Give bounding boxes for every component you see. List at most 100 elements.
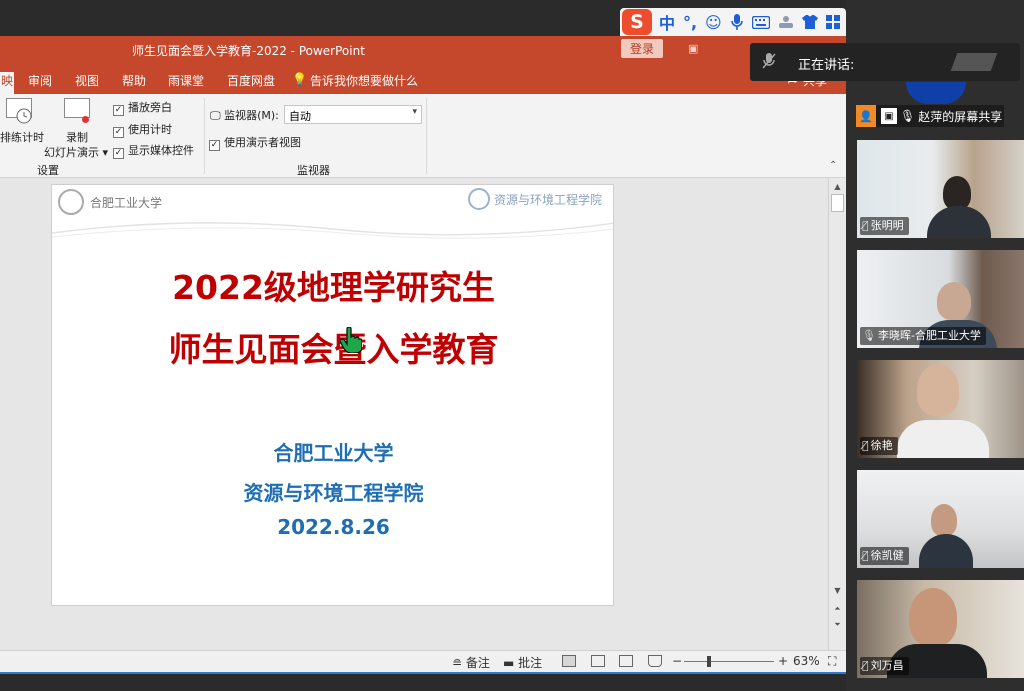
vertical-scrollbar[interactable]: ▲ ▼ ⏶ ⏷ [828,178,846,650]
status-bar: ≘ 备注 ▬ 批注 − + 63% ⛶ [0,650,846,672]
presenter-view-checkbox[interactable]: ✓ 使用演示者视图 [209,134,301,151]
participant-head [909,588,957,646]
voice-input-icon[interactable] [729,14,745,30]
record-slideshow-icon[interactable] [64,98,90,118]
record-slideshow-dropdown[interactable]: 幻灯片演示 ▾ [44,144,108,160]
university-logo-text: 合肥工业大学 [90,195,163,210]
participant-name: 李晓晖-合肥工业大学 [877,329,981,342]
slide-sorter-view-icon[interactable] [591,655,605,667]
ribbon-display-options-icon[interactable]: ▣ [688,42,698,55]
person-icon: 👤 [856,105,876,127]
zoom-slider[interactable] [684,661,774,662]
school-seal-icon [468,188,490,210]
bottom-bar [0,674,846,691]
header-wave-decoration [52,222,613,239]
speaking-label: 正在讲话: [798,58,855,73]
emoji-icon[interactable]: ☺ [705,13,722,32]
notes-label: 备注 [465,656,490,670]
collapse-ribbon-icon[interactable]: ⌃ [829,160,837,171]
participant-head [917,364,959,416]
participant-tile[interactable]: 🎙̸ 徐艳 [857,360,1024,458]
tab-view[interactable]: 视图 [75,72,99,89]
tab-help[interactable]: 帮助 [122,72,146,89]
participant-tile[interactable]: 🎙 李晓晖-合肥工业大学 [857,250,1024,348]
speaking-indicator: 正在讲话: [750,43,1020,81]
ribbon-tabs: 映 审阅 视图 帮助 雨课堂 百度网盘 💡 告诉我你想要做什么 ⮫ 共享 [0,66,846,94]
participant-name: 张明明 [870,219,904,232]
group-separator [204,98,205,174]
notes-button[interactable]: ≘ 备注 [452,654,490,671]
show-media-controls-label: 显示媒体控件 [128,144,194,157]
sogou-logo-icon[interactable]: S [622,9,652,35]
fit-to-window-icon[interactable]: ⛶ [828,654,836,669]
participant-tile[interactable]: 🎙̸ 刘万昌 [857,580,1024,678]
ime-punctuation-toggle[interactable]: °, [682,13,698,32]
speaker-avatar [950,53,998,71]
title-bar: 师生见面会暨入学教育-2022 - PowerPoint 登录 ▣ [0,36,846,66]
screen-share-label: 赵萍的屏幕共享 [918,109,1003,124]
keyboard-icon[interactable] [751,15,770,29]
record-slideshow-label[interactable]: 录制 [66,129,88,145]
window-title: 师生见面会暨入学教育-2022 - PowerPoint [132,44,365,58]
normal-view-icon[interactable] [562,655,576,667]
ime-language-toggle[interactable]: 中 [659,10,675,34]
tab-review[interactable]: 审阅 [28,72,52,89]
use-timings-checkbox[interactable]: ✓ 使用计时 [113,121,172,138]
monitor-label: 🖵 监视器(M): [210,107,279,123]
soft-keyboard-icon[interactable] [777,15,795,29]
tab-baidu-netdisk[interactable]: 百度网盘 [227,72,275,89]
participant-name: 刘万昌 [870,659,904,672]
comments-label: 批注 [518,656,543,670]
skin-icon[interactable] [801,15,818,29]
tell-me-search[interactable]: 告诉我你想要做什么 [310,72,418,89]
rehearse-timings-button[interactable]: 排练计时 [0,129,44,145]
screen-share-icon: ▣ [881,108,897,124]
zoom-slider-thumb[interactable] [707,656,711,667]
record-dot-icon [82,116,89,123]
slideshow-view-icon[interactable] [648,655,662,667]
hand-cursor-icon [340,327,362,353]
university-logo: 合肥工业大学 [58,189,162,215]
record-slideshow-label-2: 幻灯片演示 [44,146,99,159]
reading-view-icon[interactable] [619,655,633,667]
mic-muted-icon: 🎙̸ [862,219,869,232]
participant-name-tag: 🎙̸ 张明明 [860,217,909,235]
participant-head [931,504,957,536]
lightbulb-icon: 💡 [292,72,307,86]
monitor-select[interactable]: 自动 ▾ [284,105,422,124]
login-button[interactable]: 登录 [621,39,663,58]
slide-date: 2022.8.26 [277,515,390,539]
monitor-label-text: 监视器(M): [224,109,279,122]
screen: S 中 °, ☺ 师生见面会暨入学教育-2022 - PowerPoint 登录… [0,0,1024,691]
mic-muted-icon: 🎙̸ [862,439,869,452]
scroll-thumb[interactable] [831,194,844,212]
monitor-icon: 🖵 [210,109,221,122]
tab-rain-classroom[interactable]: 雨课堂 [168,72,204,89]
grid-icon[interactable] [825,15,841,29]
participant-tile[interactable]: 🎙̸ 张明明 [857,140,1024,238]
mic-icon: 🎙 [900,109,916,123]
slide[interactable]: 合肥工业大学 资源与环境工程学院 2022级地理学研究生 师生见面会暨入学教育 … [51,184,614,606]
tab-slideshow[interactable]: 映 [0,72,14,94]
previous-slide-icon[interactable]: ⏶ [831,602,844,615]
use-timings-label: 使用计时 [128,123,172,136]
monitor-select-value: 自动 [289,110,311,123]
ribbon: 排练计时 录制 幻灯片演示 ▾ ✓ 播放旁白 ✓ 使用计时 ✓ 显示媒体控件 设置 🖵… [0,94,846,178]
scroll-up-icon[interactable]: ▲ [831,180,844,193]
zoom-level[interactable]: 63% [793,654,820,668]
show-media-controls-checkbox[interactable]: ✓ 显示媒体控件 [113,142,194,159]
chevron-down-icon: ▾ [412,107,417,117]
group-separator [426,98,427,174]
play-narrations-checkbox[interactable]: ✓ 播放旁白 [113,99,172,116]
participant-name-tag: 🎙̸ 刘万昌 [860,657,909,675]
powerpoint-window: 师生见面会暨入学教育-2022 - PowerPoint 登录 ▣ 映 审阅 视… [0,36,846,674]
group-label-monitors: 监视器 [297,164,330,177]
participant-tile[interactable]: 🎙̸ 徐凯健 [857,470,1024,568]
next-slide-icon[interactable]: ⏷ [831,618,844,631]
screen-share-bar[interactable]: 👤 ▣ 🎙 赵萍的屏幕共享 [856,105,1004,127]
scroll-down-icon[interactable]: ▼ [831,584,844,597]
slide-edit-area: 合肥工业大学 资源与环境工程学院 2022级地理学研究生 师生见面会暨入学教育 … [0,178,828,650]
zoom-out-button[interactable]: − [672,654,682,668]
comments-button[interactable]: ▬ 批注 [503,654,542,671]
zoom-in-button[interactable]: + [778,654,788,668]
